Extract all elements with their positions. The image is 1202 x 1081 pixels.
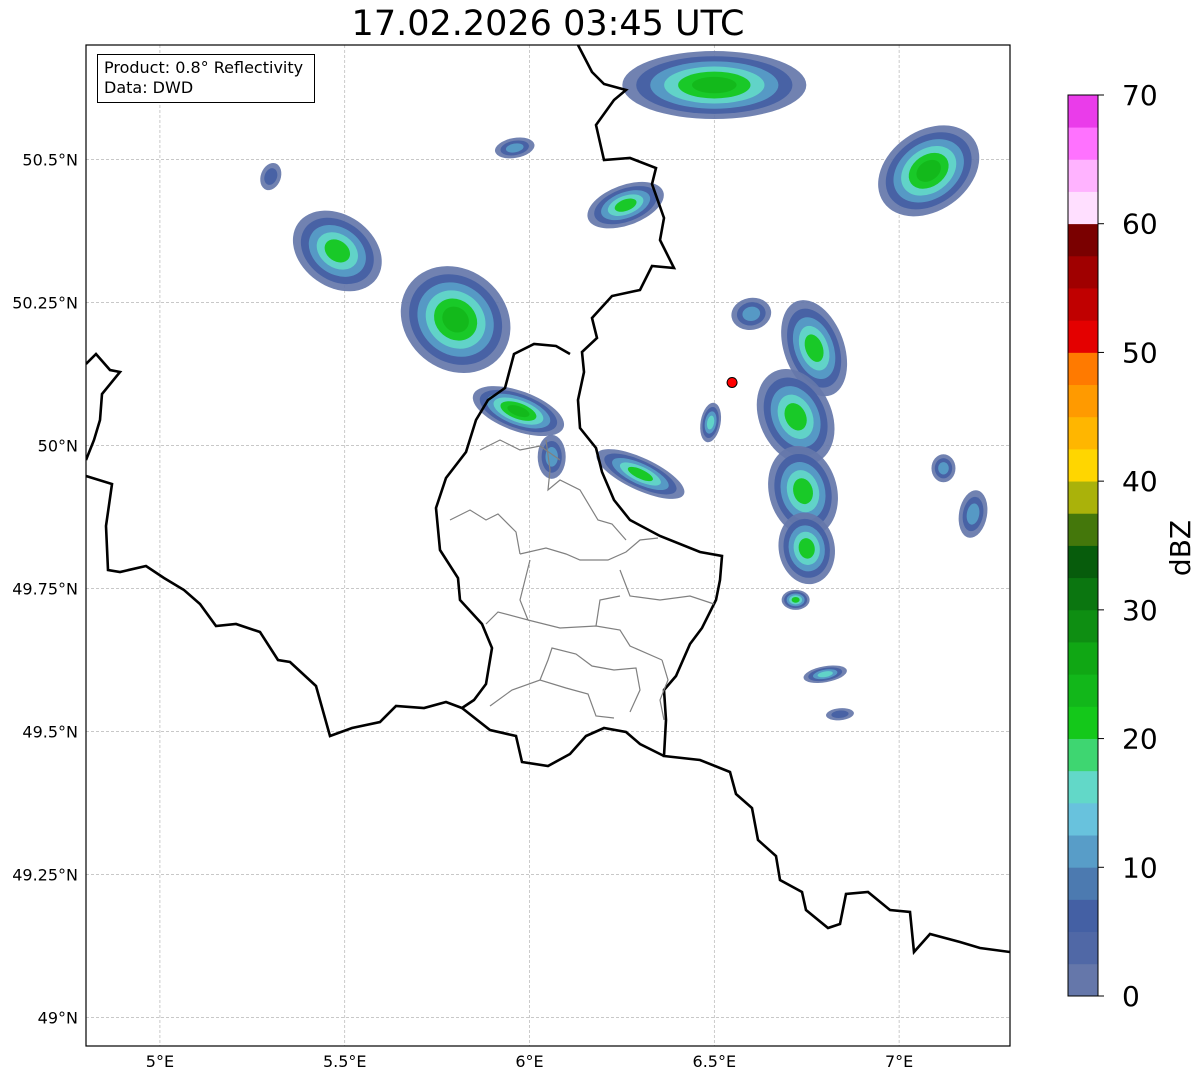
radar-echo (260, 162, 282, 191)
radar-site-layer (726, 376, 738, 388)
district-border (619, 569, 715, 605)
radar-site-marker (726, 376, 738, 388)
border-netherlands (86, 352, 123, 461)
colorbar-segment (1068, 127, 1098, 160)
data-source-text: Data: DWD (104, 78, 194, 97)
colorbar-segment (1068, 609, 1098, 643)
colorbar-segment (1068, 802, 1098, 836)
radar-echo (622, 51, 807, 120)
colorbar-segment (1068, 223, 1098, 257)
echo-level (791, 596, 800, 603)
product-text: Product: 0.8° Reflectivity (104, 58, 304, 77)
colorbar-segment (1068, 513, 1098, 546)
colorbar-segment (1068, 545, 1098, 579)
radar-echo (537, 434, 566, 479)
colorbar-segment (1068, 835, 1098, 868)
colorbar-segment (1068, 288, 1098, 321)
colorbar-segment (1068, 674, 1098, 707)
longitude-tick-labels: 5°E 5.5°E 6°E 6.5°E 7°E (146, 1052, 913, 1071)
colorbar-tick-label: 10 (1122, 851, 1158, 884)
radar-echo (803, 665, 847, 683)
colorbar-segment (1068, 770, 1098, 804)
radar-echo-layer (260, 51, 988, 721)
district-border (485, 559, 531, 625)
colorbar-segment (1068, 320, 1098, 353)
colorbar-segment (1068, 95, 1098, 128)
colorbar-tick-label: 40 (1122, 465, 1158, 498)
lat-tick-label: 49.25°N (12, 865, 78, 884)
echo-level (938, 462, 949, 475)
colorbar-segment (1068, 384, 1098, 418)
district-border (595, 595, 621, 627)
lat-tick-label: 49.75°N (12, 579, 78, 598)
lat-tick-label: 50.25°N (12, 293, 78, 312)
colorbar-segment (1068, 899, 1098, 933)
product-info-box: Product: 0.8° Reflectivity Data: DWD (97, 54, 315, 103)
radar-echo (958, 490, 988, 538)
lat-tick-label: 49°N (38, 1008, 78, 1027)
radar-echo (878, 125, 980, 217)
colorbar-tick-label: 70 (1122, 79, 1158, 112)
colorbar (1067, 94, 1099, 997)
latitude-tick-labels: 49°N 49.25°N 49.5°N 49.75°N 50°N 50.25°N 50.5°… (12, 150, 78, 1027)
colorbar-tick-label: 30 (1122, 594, 1158, 627)
colorbar-tick-label: 60 (1122, 208, 1158, 241)
district-border (519, 537, 659, 561)
district-border (527, 619, 663, 661)
district-border (659, 659, 669, 721)
colorbar-segment (1068, 867, 1098, 900)
lat-tick-label: 49.5°N (22, 722, 78, 741)
district-border (489, 679, 615, 719)
colorbar-segment (1068, 191, 1098, 225)
colorbar-segment (1068, 642, 1098, 675)
colorbar-segment (1068, 963, 1098, 997)
colorbar-segment (1068, 706, 1098, 739)
colorbar-segment (1068, 448, 1098, 482)
colorbar-label: dBZ (1164, 520, 1197, 576)
radar-echo (292, 210, 382, 292)
colorbar-tick-label: 20 (1122, 723, 1158, 756)
colorbar-tick-label: 50 (1122, 336, 1158, 369)
colorbar-tick-label: 0 (1122, 980, 1140, 1013)
lon-tick-label: 6°E (515, 1052, 543, 1071)
district-border (539, 647, 641, 713)
lat-tick-label: 50°N (38, 436, 78, 455)
district-border (449, 509, 521, 555)
colorbar-segment (1068, 931, 1098, 965)
radar-echo (826, 708, 854, 721)
lon-tick-label: 7°E (885, 1052, 913, 1071)
colorbar-segment (1068, 416, 1098, 450)
colorbar-segment (1068, 481, 1098, 514)
colorbar-segment (1068, 255, 1098, 289)
radar-echo (781, 589, 810, 610)
colorbar-segment (1068, 577, 1098, 611)
radar-map-figure: 5°E 5.5°E 6°E 6.5°E 7°E 49°N 49.25°N 49.5°N 49.… (12, 44, 1197, 1071)
lat-tick-label: 50.5°N (22, 150, 78, 169)
border-belgium-france (86, 474, 463, 738)
echo-level (692, 76, 737, 94)
radar-echo (596, 449, 685, 499)
colorbar-segment (1068, 352, 1098, 386)
lon-tick-label: 5°E (146, 1052, 174, 1071)
lon-tick-label: 5.5°E (323, 1052, 367, 1071)
colorbar-segment (1068, 159, 1098, 192)
radar-echo (587, 181, 664, 229)
colorbar-segment (1068, 738, 1098, 772)
colorbar-tick-labels: 0 10 20 30 40 50 60 70 (1098, 79, 1158, 1013)
radar-echo (700, 402, 722, 443)
lon-tick-label: 6.5°E (693, 1052, 737, 1071)
country-borders (86, 45, 1010, 956)
radar-echo (731, 297, 772, 330)
radar-echo (931, 454, 956, 483)
